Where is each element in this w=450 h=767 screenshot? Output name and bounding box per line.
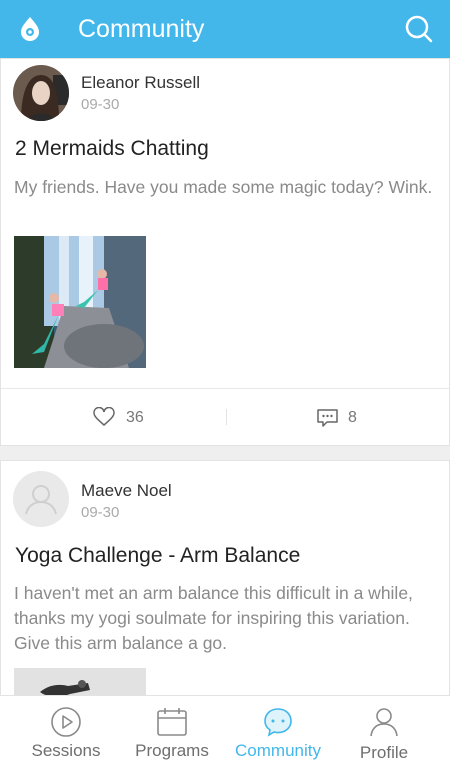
play-circle-icon bbox=[51, 707, 81, 737]
post-body: My friends. Have you made some magic tod… bbox=[14, 177, 433, 197]
post-image[interactable] bbox=[14, 236, 146, 368]
comment-icon[interactable] bbox=[317, 408, 338, 427]
post-date: 09-30 bbox=[81, 504, 120, 521]
page-title: Community bbox=[78, 15, 205, 43]
like-count: 36 bbox=[126, 409, 144, 426]
post-author[interactable]: Maeve Noel bbox=[81, 481, 172, 501]
app-bar: Community bbox=[0, 0, 450, 58]
post-title[interactable]: Yoga Challenge - Arm Balance bbox=[15, 544, 300, 568]
search-icon[interactable] bbox=[404, 14, 434, 44]
post-card[interactable]: Maeve Noel 09-30 Yoga Challenge - Arm Ba… bbox=[0, 460, 450, 695]
post-actions: 36 8 bbox=[1, 388, 449, 446]
post-author[interactable]: Eleanor Russell bbox=[81, 73, 200, 93]
post-card[interactable]: Eleanor Russell 09-30 2 Mermaids Chattin… bbox=[0, 58, 450, 446]
post-image[interactable] bbox=[14, 668, 146, 695]
post-date: 09-30 bbox=[81, 96, 120, 113]
tab-label: Profile bbox=[359, 743, 409, 762]
comment-count: 8 bbox=[348, 409, 357, 426]
tab-label: Sessions bbox=[31, 741, 101, 760]
avatar[interactable] bbox=[13, 65, 69, 121]
actions-divider bbox=[226, 409, 227, 425]
avatar-placeholder[interactable] bbox=[13, 471, 69, 527]
chat-bubble-icon bbox=[264, 708, 292, 737]
calendar-icon bbox=[157, 708, 187, 736]
tab-profile[interactable]: Profile bbox=[340, 696, 428, 767]
bottom-tab-bar: Sessions Programs Community Profile bbox=[0, 695, 450, 767]
tab-label: Programs bbox=[135, 741, 209, 760]
heart-icon[interactable] bbox=[93, 407, 115, 427]
community-feed[interactable]: Eleanor Russell 09-30 2 Mermaids Chattin… bbox=[0, 58, 450, 695]
tab-community[interactable]: Community bbox=[228, 696, 328, 767]
tab-sessions[interactable]: Sessions bbox=[20, 696, 112, 767]
tab-label: Community bbox=[235, 741, 321, 760]
person-icon bbox=[370, 708, 398, 737]
tab-programs[interactable]: Programs bbox=[126, 696, 218, 767]
app-logo-icon[interactable] bbox=[16, 15, 44, 43]
post-title[interactable]: 2 Mermaids Chatting bbox=[15, 137, 209, 161]
post-body: I haven't met an arm balance this diffic… bbox=[14, 583, 413, 653]
